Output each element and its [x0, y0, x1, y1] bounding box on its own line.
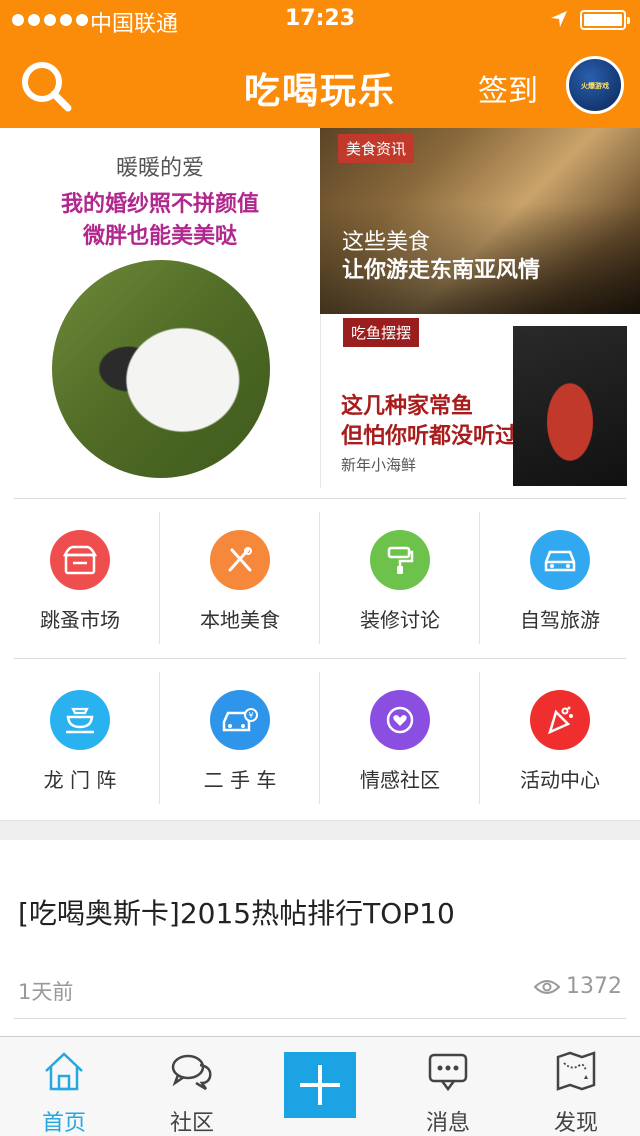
category-grid-row-2: 龙 门 阵 ¥ 二 手 车 情感社区 活动中心	[0, 672, 640, 812]
category-local-food[interactable]: 本地美食	[160, 512, 320, 644]
page-title: 吃喝玩乐	[243, 71, 396, 112]
tab-label: 首页	[41, 1111, 86, 1136]
featured-subtitle: 暖暖的爱	[115, 156, 204, 181]
category-renovation[interactable]: 装修讨论	[320, 512, 480, 644]
signin-button[interactable]: 签到	[478, 66, 538, 110]
utensils-icon	[210, 530, 270, 590]
top-bar: 中国联通 17:23 吃喝玩乐 签到 火爆游戏	[0, 0, 640, 128]
category-grid-row-1: 跳蚤市场 本地美食 装修讨论 自驾旅游	[0, 512, 640, 652]
featured-headline-2: 微胖也能美美哒	[82, 224, 237, 249]
heart-globe-icon	[370, 690, 430, 750]
battery-icon	[580, 10, 630, 30]
eye-icon	[534, 979, 560, 994]
party-icon	[530, 690, 590, 750]
svg-text:¥: ¥	[248, 711, 253, 720]
avatar-text: 火爆游戏	[581, 82, 609, 90]
paint-roller-icon	[370, 530, 430, 590]
fish-headline-2: 但怕你听都没听过	[341, 424, 518, 449]
divider	[14, 1018, 626, 1019]
tab-label: 社区	[169, 1111, 214, 1136]
food-news-tag: 美食资讯	[338, 134, 415, 163]
featured-card-fish[interactable]: 吃鱼摆摆 这几种家常鱼 但怕你听都没听过 新年小海鲜	[320, 314, 640, 488]
fish-headline-1: 这几种家常鱼	[341, 394, 474, 419]
category-emotion-community[interactable]: 情感社区	[320, 672, 480, 804]
category-label: 二 手 车	[203, 768, 277, 792]
featured-card-wedding[interactable]: 暖暖的爱 我的婚纱照不拼颜值 微胖也能美美哒	[0, 128, 320, 488]
category-label: 本地美食	[200, 608, 280, 632]
message-icon	[428, 1053, 468, 1092]
section-separator	[0, 820, 640, 840]
status-bar: 中国联通 17:23	[0, 0, 640, 40]
category-event-center[interactable]: 活动中心	[480, 672, 640, 804]
fish-subtitle: 新年小海鲜	[341, 456, 417, 474]
home-icon	[45, 1052, 83, 1091]
category-label: 跳蚤市场	[40, 608, 120, 632]
fish-photo	[513, 326, 627, 486]
category-label: 活动中心	[520, 768, 600, 792]
category-used-car[interactable]: ¥ 二 手 车	[160, 672, 320, 804]
tab-discover[interactable]: 发现	[512, 1037, 640, 1136]
view-count: 1372	[566, 974, 622, 999]
post-time: 1天前	[18, 980, 74, 1004]
tab-home[interactable]: 首页	[0, 1037, 128, 1136]
category-flea-market[interactable]: 跳蚤市场	[0, 512, 160, 644]
category-label: 装修讨论	[360, 608, 440, 632]
shop-icon	[50, 530, 110, 590]
post-title[interactable]: [吃喝奥斯卡]2015热帖排行TOP10	[18, 892, 455, 932]
featured-card-food[interactable]: 美食资讯 这些美食 让你游走东南亚风情	[320, 128, 640, 314]
teacup-icon	[50, 690, 110, 750]
avatar[interactable]: 火爆游戏	[566, 56, 624, 114]
category-road-trip[interactable]: 自驾旅游	[480, 512, 640, 644]
category-longmenzhen[interactable]: 龙 门 阵	[0, 672, 160, 804]
divider	[14, 658, 626, 659]
used-car-icon: ¥	[210, 690, 270, 750]
fish-tag: 吃鱼摆摆	[343, 318, 420, 347]
featured-headline-1: 我的婚纱照不拼颜值	[60, 192, 259, 217]
new-post-button[interactable]	[284, 1052, 356, 1118]
category-label: 情感社区	[360, 768, 440, 792]
food-headline-2: 让你游走东南亚风情	[342, 258, 541, 283]
category-label: 自驾旅游	[520, 608, 600, 632]
car-icon	[530, 530, 590, 590]
location-arrow-icon	[551, 11, 567, 27]
plus-icon	[300, 1065, 340, 1105]
tab-community[interactable]: 社区	[128, 1037, 256, 1136]
wedding-photo	[52, 260, 270, 478]
map-icon	[556, 1051, 596, 1091]
tab-label: 消息	[425, 1111, 470, 1136]
chat-bubbles-icon	[171, 1054, 212, 1091]
divider	[14, 498, 626, 499]
tab-messages[interactable]: 消息	[384, 1037, 512, 1136]
tab-label: 发现	[553, 1111, 598, 1136]
category-label: 龙 门 阵	[43, 768, 117, 792]
post-views: 1372	[534, 974, 622, 999]
status-time: 17:23	[284, 6, 356, 31]
